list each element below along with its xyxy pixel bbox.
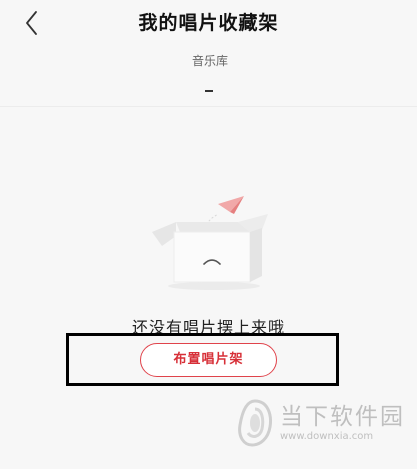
downxia-logo-icon xyxy=(238,399,272,447)
page-title: 我的唱片收藏架 xyxy=(138,12,279,34)
empty-box-illustration xyxy=(146,192,274,292)
paper-plane-icon xyxy=(205,196,244,225)
watermark-site-name: 当下软件园 xyxy=(280,404,405,430)
header: 我的唱片收藏架 xyxy=(0,0,417,48)
active-tab-indicator xyxy=(205,90,213,92)
watermark-url: www.downxia.com xyxy=(280,431,374,442)
tab-music-library[interactable]: 音乐库 xyxy=(170,52,250,69)
site-watermark: 当下软件园 www.downxia.com xyxy=(234,397,409,457)
setup-record-shelf-button[interactable]: 布置唱片架 xyxy=(140,343,277,377)
tab-bar: 音乐库 xyxy=(0,48,417,107)
